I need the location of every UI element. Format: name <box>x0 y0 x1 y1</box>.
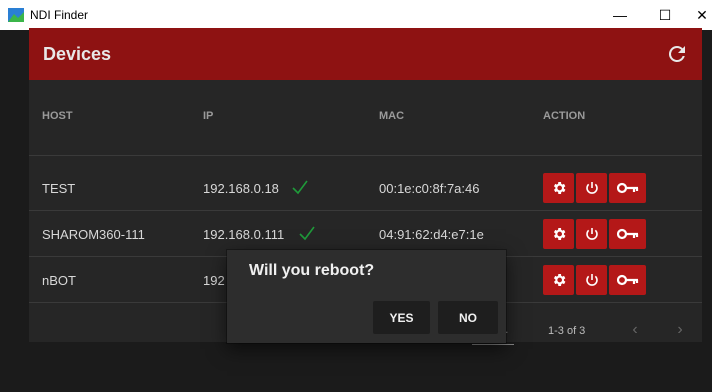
check-icon <box>292 180 308 195</box>
window-titlebar: NDI Finder — ☐ ✕ <box>0 0 712 30</box>
refresh-icon[interactable] <box>665 42 689 66</box>
power-icon <box>585 182 598 194</box>
ip-cell: 192 <box>203 273 225 288</box>
gear-icon <box>553 182 565 194</box>
table-divider <box>29 155 702 156</box>
window-title: NDI Finder <box>30 8 89 22</box>
column-header-ip: IP <box>203 110 214 122</box>
ip-cell: 192.168.0.18 <box>203 181 279 196</box>
settings-button[interactable] <box>543 219 574 249</box>
next-page-button[interactable]: › <box>670 320 690 340</box>
host-cell: nBOT <box>42 273 76 288</box>
key-icon <box>616 228 638 240</box>
reboot-button[interactable] <box>576 265 607 295</box>
key-icon <box>616 274 638 286</box>
key-button[interactable] <box>609 219 646 249</box>
ndi-app-icon <box>8 8 24 22</box>
settings-button[interactable] <box>543 265 574 295</box>
reboot-confirm-dialog: Will you reboot? YES NO <box>227 250 506 343</box>
mac-cell: 04:91:62:d4:e7:1e <box>379 227 484 242</box>
table-row: TEST 192.168.0.18 00:1e:c0:8f:7a:46 <box>29 167 702 211</box>
check-icon <box>299 226 315 241</box>
key-button[interactable] <box>609 173 646 203</box>
power-icon <box>585 228 598 240</box>
column-header-mac: MAC <box>379 110 405 122</box>
gear-icon <box>553 274 565 286</box>
previous-page-button[interactable]: ‹ <box>625 320 645 340</box>
ip-cell: 192.168.0.111 <box>203 227 285 242</box>
maximize-button[interactable]: ☐ <box>645 0 685 30</box>
pagination-range: 1-3 of 3 <box>548 325 586 337</box>
reboot-button[interactable] <box>576 219 607 249</box>
key-icon <box>616 182 638 194</box>
mac-cell: 00:1e:c0:8f:7a:46 <box>379 181 480 196</box>
settings-button[interactable] <box>543 173 574 203</box>
reboot-button[interactable] <box>576 173 607 203</box>
host-cell: TEST <box>42 181 76 196</box>
host-cell: SHAROM360-111 <box>42 227 145 242</box>
close-button[interactable]: ✕ <box>690 0 712 30</box>
gear-icon <box>553 228 565 240</box>
rows-per-page-underline <box>472 344 514 345</box>
column-header-host: HOST <box>42 110 73 122</box>
no-button[interactable]: NO <box>438 301 498 334</box>
minimize-button[interactable]: — <box>600 0 640 30</box>
card-header: Devices <box>29 28 702 80</box>
dialog-title: Will you reboot? <box>249 262 375 279</box>
key-button[interactable] <box>609 265 646 295</box>
power-icon <box>585 274 598 286</box>
card-title: Devices <box>43 44 112 64</box>
yes-button[interactable]: YES <box>373 301 430 334</box>
column-header-action: ACTION <box>543 110 586 122</box>
